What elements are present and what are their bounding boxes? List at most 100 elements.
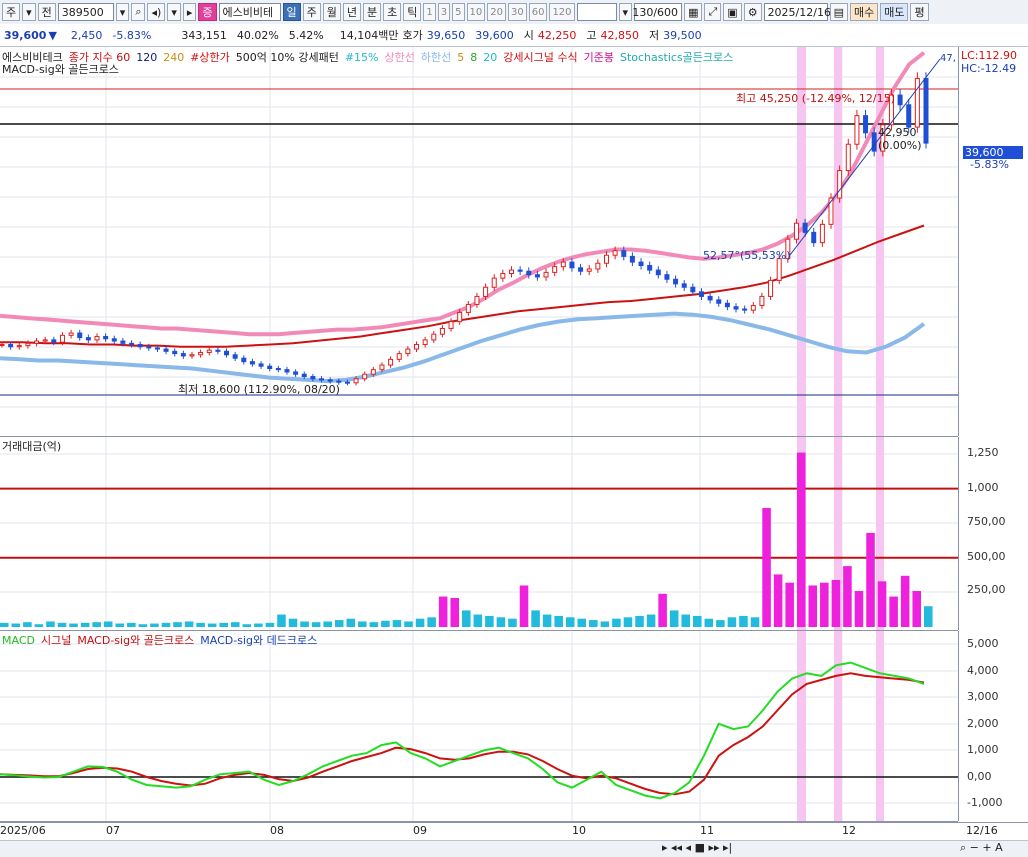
volume-bar [242, 624, 252, 627]
volume-bar [11, 623, 21, 627]
name-field[interactable]: 에스비비테 [218, 3, 281, 21]
save-icon[interactable]: ▣ [723, 3, 742, 21]
price-legend-line2: MACD-sig와 골든크로스 [2, 63, 119, 76]
macd-tick: 1,000 [967, 743, 999, 756]
candle [724, 302, 730, 308]
candle [103, 335, 109, 340]
period-second[interactable]: 초 [383, 3, 402, 21]
volume-bar [496, 617, 506, 627]
volume-chart[interactable] [0, 437, 958, 630]
candle [206, 349, 212, 353]
volume-bar [115, 623, 125, 627]
candle [232, 354, 238, 359]
macd-panel[interactable]: MACD 시그널 MACD-sig와 골든크로스 MACD-sig와 데드크로스 [0, 631, 958, 822]
candle [863, 115, 869, 134]
candle [673, 278, 679, 285]
legend-lower-band: 하한선 [420, 51, 452, 64]
date-field[interactable]: 2025/12/16 [763, 3, 831, 21]
volume-bar [785, 582, 794, 627]
candle [189, 354, 195, 357]
volume-panel[interactable]: 거래대금(억) [0, 437, 958, 631]
candle [629, 255, 635, 263]
period-tick[interactable]: 틱 [403, 3, 422, 21]
volume-bar [600, 621, 610, 627]
volume-bar [716, 620, 725, 627]
volume-bar [681, 614, 690, 627]
candle [439, 327, 445, 335]
minute-60[interactable]: 60 [528, 3, 548, 21]
ratio-2: 5.42% [288, 28, 324, 42]
market-select[interactable]: 주 [2, 3, 21, 21]
candle [621, 250, 627, 257]
date-label: 2025/06 [0, 824, 46, 837]
minute-3[interactable]: 3 [437, 3, 451, 21]
minute-30[interactable]: 30 [507, 3, 527, 21]
candle [664, 274, 670, 280]
candle [742, 308, 748, 311]
macd-legend-macd: MACD [2, 634, 35, 647]
period-minute[interactable]: 분 [363, 3, 382, 21]
macd-chart[interactable] [0, 631, 958, 821]
volume-bar [231, 622, 240, 627]
date-label: 11 [700, 824, 714, 837]
candle [474, 295, 480, 305]
jeung-badge: 증 [198, 3, 217, 21]
minute-1[interactable]: 1 [423, 3, 436, 21]
scroll-bar[interactable]: ▸ ◂◂ ◂ ■ ▸▸ ▸| ⌕ − + A [0, 840, 1028, 857]
high-annotation: 최고 45,250 (-12.49%, 12/15) [736, 92, 895, 105]
volume-bar [277, 614, 286, 627]
small-dropdown-icon[interactable]: ▾ [167, 3, 181, 21]
candle [508, 269, 514, 275]
minute-20[interactable]: 20 [487, 3, 506, 21]
ruler-icon[interactable]: ⤢ [704, 3, 722, 21]
zoom-controls-icon[interactable]: ⌕ − + A [960, 841, 1003, 855]
minute-10[interactable]: 10 [466, 3, 486, 21]
calendar-icon[interactable]: ▤ [829, 3, 848, 21]
date-label: 07 [106, 824, 120, 837]
speaker-icon[interactable]: ◂) [147, 3, 166, 21]
volume-tick: 1,000 [967, 481, 999, 494]
sell-button[interactable]: 매도 [880, 3, 909, 21]
nav-left-icon[interactable]: ▸ [182, 3, 197, 21]
eval-button[interactable]: 평 [910, 3, 929, 21]
price-panel[interactable]: 에스비비테크 종가 지수 60 120 240 #상한가 500억 10% 강세패턴 #15… [0, 47, 958, 437]
macd-tick: 3,000 [967, 690, 999, 703]
date-label: 12 [842, 824, 856, 837]
candle [578, 267, 584, 272]
period-day[interactable]: 일 [282, 3, 301, 21]
dropdown-icon[interactable]: ▾ [22, 3, 36, 21]
legend-strong-signal: 강세시그널 수식 [503, 51, 578, 64]
legend-upper-band: 상한선 [384, 51, 415, 64]
volume-bar [23, 622, 32, 627]
candle [793, 222, 799, 240]
minute-5[interactable]: 5 [452, 3, 465, 21]
legend-ma240: 240 [163, 51, 185, 64]
playback-controls-icon[interactable]: ▸ ◂◂ ◂ ■ ▸▸ ▸| [662, 841, 732, 854]
open-label: 시 [523, 29, 534, 42]
volume-bar [404, 621, 413, 627]
candle [379, 364, 385, 371]
volume-bar [900, 575, 910, 627]
date-label: 10 [572, 824, 586, 837]
period-year[interactable]: 년 [342, 3, 361, 21]
interval-input[interactable] [576, 3, 617, 21]
volume-bar [311, 622, 321, 627]
macd-legend-dead: MACD-sig와 데드크로스 [200, 634, 318, 647]
minute-120[interactable]: 120 [549, 3, 575, 21]
count-field[interactable]: 130/600 [632, 3, 683, 21]
candle [897, 94, 903, 106]
code-dropdown-icon[interactable]: ▾ [115, 3, 130, 21]
buy-button[interactable]: 매수 [849, 3, 879, 21]
gear-icon[interactable]: ⚙ [743, 3, 762, 21]
candle [405, 348, 411, 355]
candle [215, 349, 221, 352]
volume-bar [358, 621, 367, 627]
period-week[interactable]: 주 [302, 3, 321, 21]
candle [802, 222, 808, 233]
search-icon[interactable]: ⌕ [131, 3, 146, 21]
prev-button[interactable]: 전 [37, 3, 56, 21]
code-input[interactable]: 389500 [57, 3, 114, 21]
period-month[interactable]: 월 [322, 3, 341, 21]
grid-icon[interactable]: ▦ [684, 3, 703, 21]
interval-dropdown-icon[interactable]: ▾ [618, 3, 633, 21]
